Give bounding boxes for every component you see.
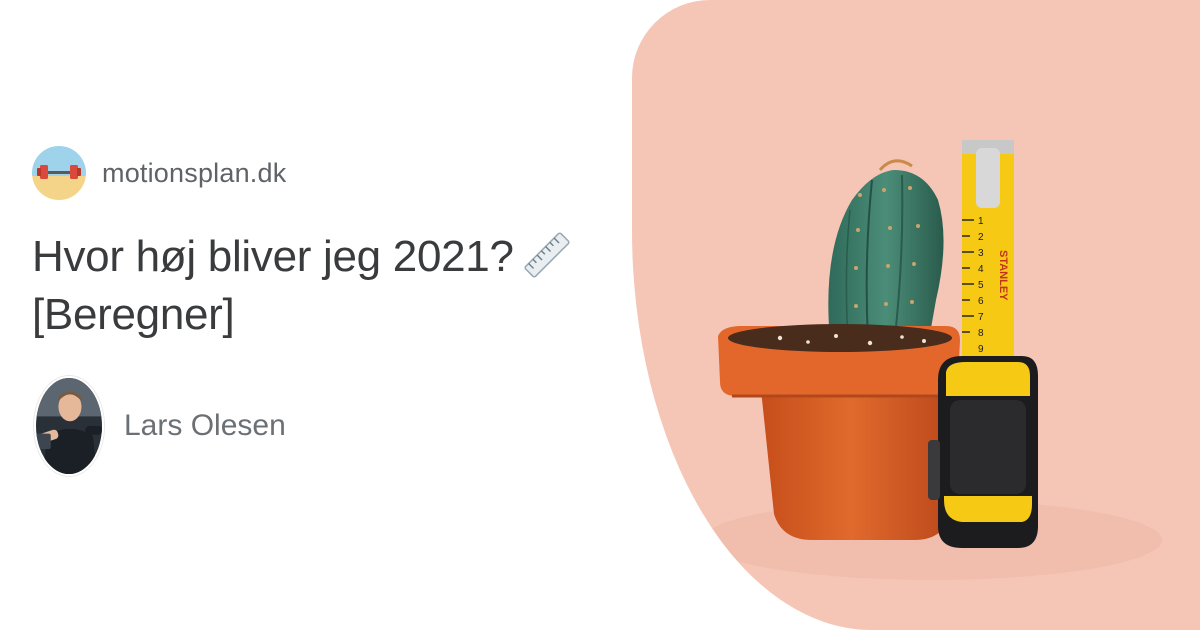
title-suffix: [Beregner] [32,290,235,339]
tape-number: 4 [978,264,984,275]
site-name[interactable]: motionsplan.dk [102,158,286,189]
card-text-panel: motionsplan.dk Hvor høj bliver jeg 2021?… [0,0,640,630]
ruler-icon [524,232,570,278]
author-avatar [34,376,104,476]
tape-number: 9 [978,344,984,355]
title-text: Hvor høj bliver jeg 2021? [32,232,514,281]
author-row[interactable]: Lars Olesen [34,376,286,476]
tape-number: 1 [978,216,984,227]
author-name[interactable]: Lars Olesen [124,409,286,443]
cactus-and-tape-measure-photo: 1 2 3 4 5 6 7 8 9 STANLEY [632,0,1200,630]
tape-number: 3 [978,248,984,259]
tape-number: 2 [978,232,984,243]
page-title[interactable]: Hvor høj bliver jeg 2021? [Beregner] [32,228,612,344]
tape-brand-label: STANLEY [997,250,1009,301]
dumbbell-beach-logo-icon [32,146,86,200]
tape-number: 5 [978,280,984,291]
tape-number: 7 [978,312,984,323]
hero-image: 1 2 3 4 5 6 7 8 9 STANLEY [632,0,1200,630]
site-header[interactable]: motionsplan.dk [32,146,286,200]
tape-number: 6 [978,296,984,307]
tape-number: 8 [978,328,984,339]
